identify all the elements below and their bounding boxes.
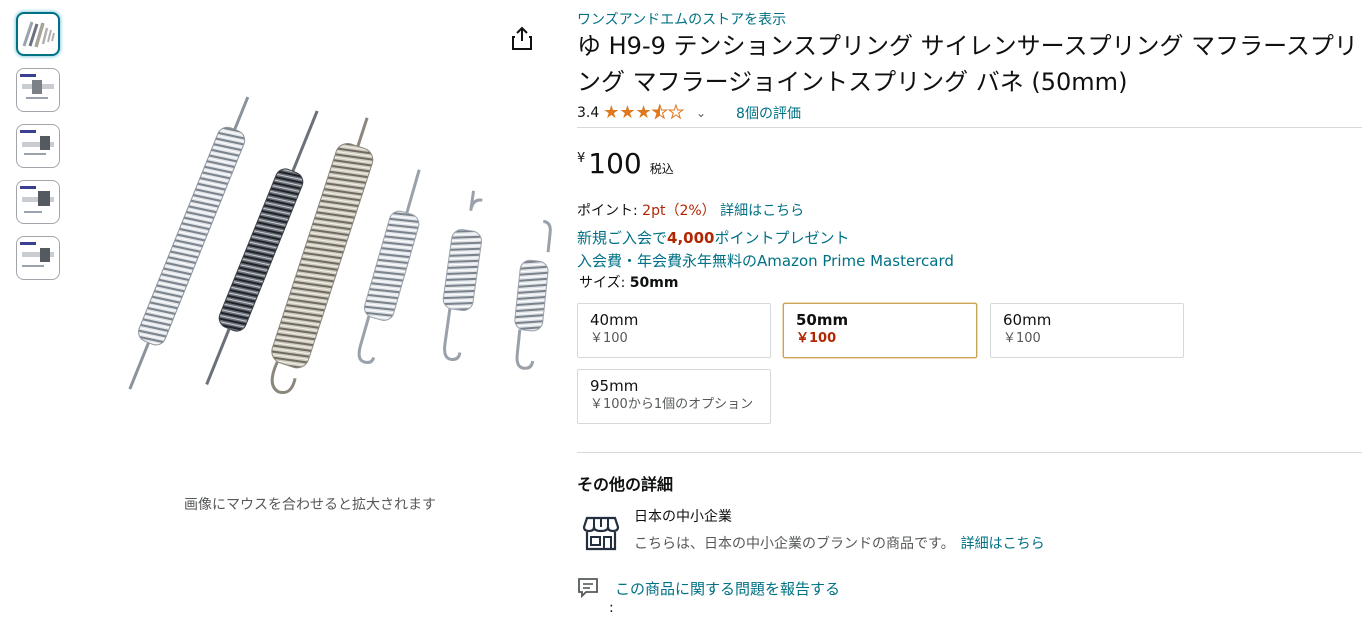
points-details-link[interactable]: 詳細はこちら [720,203,804,219]
thumbnail-4[interactable] [16,180,60,224]
size-option-name: 50mm [796,311,849,329]
points-label: ポイント: [577,203,638,219]
size-option-40mm[interactable]: 40mm ￥100 [577,303,771,358]
size-option-price: ￥100 [1003,331,1041,346]
promo-text: 新規ご入会で [577,229,668,247]
star-empty-icon: ★ [667,102,684,123]
size-selected-value: 50mm [629,275,679,291]
points-value: 2pt（2%） [642,203,716,219]
star-full-icon: ★ [619,102,636,123]
price-value: 100 [588,147,642,180]
sme-title: 日本の中小企業 [634,509,732,525]
product-title: ゆ H9-9 テンションスプリング サイレンサースプリング マフラースプリング … [577,32,1358,96]
star-rating[interactable]: ★ ★ ★ ★ ★ [603,102,684,123]
reviews-link[interactable]: 8個の評価 [736,103,801,123]
sme-description: こちらは、日本の中小企業のブランドの商品です。 詳細はこちら [634,533,1045,553]
rating-value: 3.4 [577,105,600,121]
spring-3 [270,117,374,394]
size-option-60mm[interactable]: 60mm ￥100 [990,303,1184,358]
size-option-name: 95mm [590,377,639,395]
price: ¥ 100 税込 [577,146,674,182]
promo-points: 4,000 [667,229,715,247]
size-option-price: ￥100 [796,331,837,346]
caliper-thumbnail-image [20,74,54,99]
spring-1 [128,96,250,390]
store-icon [582,516,620,551]
points-row: ポイント: 2pt（2%） 詳細はこちら [577,200,804,220]
star-full-icon: ★ [603,102,620,123]
sme-details-link[interactable]: 詳細はこちら [961,536,1045,552]
caliper-thumbnail-image [20,186,54,213]
star-half-icon: ★ [651,102,668,123]
store-link[interactable]: ワンズアンドエムのストアを表示 [577,9,786,29]
spring-6 [514,219,552,370]
size-selection-label: サイズ: 50mm [579,272,678,292]
springs-thumbnail-image [22,21,55,48]
image-zoom-hint: 画像にマウスを合わせると拡大されます [184,497,436,513]
thumbnail-5[interactable] [16,236,60,280]
divider [577,452,1362,453]
size-option-price: ￥100 [590,331,628,346]
chevron-down-icon[interactable]: ⌄ [696,106,706,120]
rating-row: 3.4 ★ ★ ★ ★ ★ ⌄ 8個の評価 [577,103,801,123]
share-icon[interactable] [510,26,534,52]
separator-colon: : [609,600,614,616]
size-option-50mm[interactable]: 50mm ￥100 [783,303,977,358]
size-option-name: 40mm [590,311,639,329]
caliper-thumbnail-image [20,242,54,267]
spring-5 [442,190,483,361]
thumbnail-2[interactable] [16,68,60,112]
product-main-image[interactable] [66,80,556,425]
report-issue-link[interactable]: この商品に関する問題を報告する [615,578,840,599]
details-heading: その他の詳細 [577,475,674,494]
size-option-95mm[interactable]: 95mm ￥100から1個のオプション [577,369,771,424]
size-option-price: ￥100から1個のオプション [590,397,754,412]
sme-description-text: こちらは、日本の中小企業のブランドの商品です。 [634,536,955,552]
promo-text: ポイントプレゼント [714,229,850,247]
thumbnail-1[interactable] [16,12,60,56]
tax-label: 税込 [649,162,674,176]
new-member-promo-link[interactable]: 新規ご入会で4,000ポイントプレゼント [577,227,849,248]
report-icon [578,578,598,599]
divider [577,127,1362,128]
caliper-thumbnail-image [20,130,54,155]
thumbnail-3[interactable] [16,124,60,168]
price-currency: ¥ [577,151,586,166]
mastercard-promo-link[interactable]: 入会費・年会費永年無料のAmazon Prime Mastercard [577,250,954,271]
size-option-name: 60mm [1003,311,1052,329]
thumbnail-strip [16,12,64,292]
size-label: サイズ: [579,275,626,291]
star-full-icon: ★ [635,102,652,123]
